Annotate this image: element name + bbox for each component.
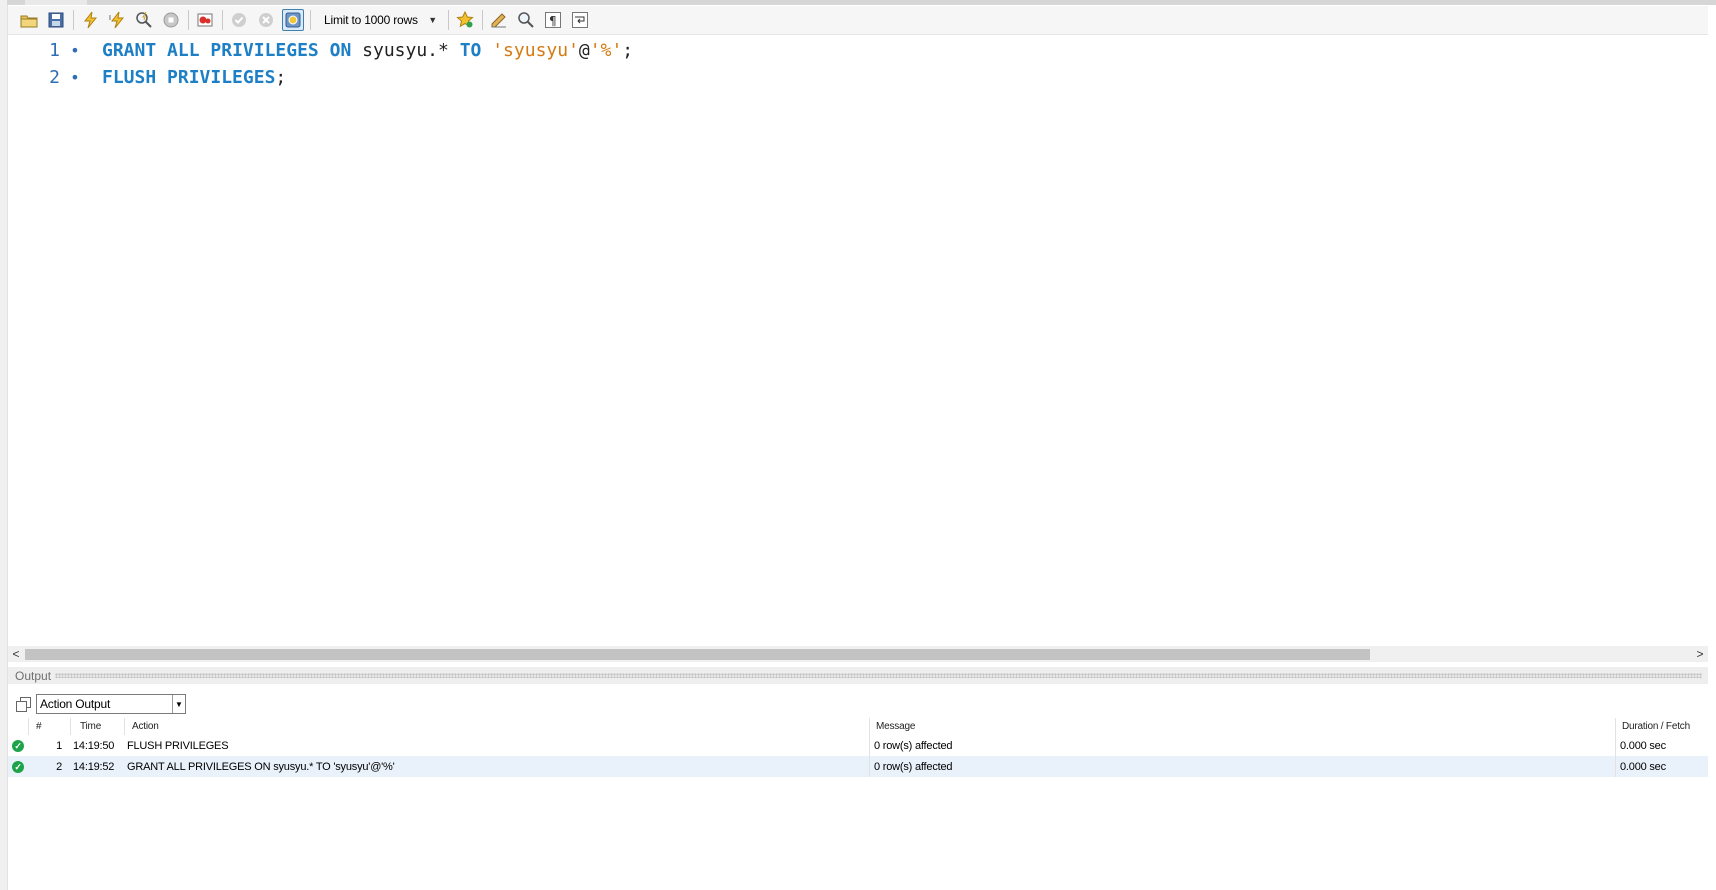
tab-strip (7, 0, 1716, 5)
commit-icon[interactable] (228, 9, 250, 31)
column-header-message[interactable]: Message (869, 718, 1615, 735)
output-toolbar: Action Output ▼ (8, 692, 1708, 716)
row-message: 0 row(s) affected (869, 735, 1615, 756)
beautify-icon[interactable] (488, 9, 510, 31)
drag-handle[interactable] (55, 673, 1702, 678)
row-message: 0 row(s) affected (869, 756, 1615, 777)
chevron-down-icon[interactable]: ▼ (172, 695, 185, 713)
row-duration: 0.000 sec (1615, 735, 1708, 756)
output-type-select[interactable]: Action Output ▼ (36, 694, 186, 714)
stop-icon[interactable] (160, 9, 182, 31)
toolbar-separator (482, 10, 483, 30)
explain-icon[interactable] (133, 9, 155, 31)
code-token: PRIVILEGES (210, 39, 319, 61)
code-token: FLUSH (102, 66, 157, 88)
left-edge (0, 0, 8, 890)
limit-rows-select[interactable]: Limit to 1000 rows ▼ (316, 10, 441, 30)
toolbar-separator (222, 10, 223, 30)
toolbar-separator (448, 10, 449, 30)
code-token: PRIVILEGES (167, 66, 276, 88)
query-tab[interactable] (25, 0, 87, 5)
row-time: 14:19:50 (73, 739, 115, 752)
svg-text:I: I (109, 15, 111, 22)
line-number: 2 (49, 66, 60, 88)
column-header-time[interactable]: Time (70, 718, 124, 735)
row-number: 2 (56, 760, 62, 773)
code-token: TO (459, 39, 482, 61)
row-number: 1 (56, 739, 62, 752)
code-token: '%' (589, 39, 623, 61)
word-wrap-icon[interactable] (569, 9, 591, 31)
find-icon[interactable] (515, 9, 537, 31)
output-title: Output (15, 668, 52, 683)
statement-marker: • (70, 67, 80, 87)
invisible-chars-icon[interactable]: ¶ (542, 9, 564, 31)
code-token: GRANT (102, 39, 157, 61)
table-header: # Time Action Message Duration / Fetch (8, 718, 1708, 735)
row-action: FLUSH PRIVILEGES (127, 739, 229, 752)
horizontal-scrollbar[interactable]: < > (8, 646, 1708, 662)
status-column-header (8, 718, 28, 735)
rollback-icon[interactable] (255, 9, 277, 31)
code-token: ON (329, 39, 352, 61)
autocommit-icon[interactable] (282, 9, 304, 31)
code-line: 2 • FLUSH PRIVILEGES; (8, 63, 286, 91)
statement-marker: • (70, 40, 80, 60)
code-token: ALL (167, 39, 200, 61)
scroll-right-icon[interactable]: > (1692, 646, 1708, 662)
execute-current-icon[interactable]: I (106, 9, 128, 31)
toggle-error-icon[interactable] (194, 9, 216, 31)
code-token: 'syusyu' (492, 39, 579, 61)
execute-icon[interactable] (79, 9, 101, 31)
toolbar-separator (188, 10, 189, 30)
toolbar-separator (73, 10, 74, 30)
code-text: FLUSH PRIVILEGES; (102, 67, 286, 88)
row-time: 14:19:52 (73, 760, 115, 773)
output-type-value: Action Output (40, 697, 111, 711)
output-panel-header: Output (8, 667, 1708, 684)
chevron-down-icon: ▼ (428, 15, 437, 25)
code-token: ; (622, 39, 634, 61)
column-header-num[interactable]: # (28, 718, 70, 735)
scrollbar-thumb[interactable] (25, 649, 1370, 660)
code-line: 1 • GRANT ALL PRIVILEGES ON syusyu.* TO … (8, 36, 633, 64)
table-row[interactable]: ✓ 1 14:19:50 FLUSH PRIVILEGES 0 row(s) a… (8, 735, 1708, 756)
scroll-left-icon[interactable]: < (8, 646, 24, 662)
editor-toolbar: I Limit to 1000 rows ▼ ¶ (8, 6, 1708, 35)
code-token: @ (578, 39, 590, 61)
svg-text:¶: ¶ (549, 14, 557, 28)
sql-editor[interactable]: 1 • GRANT ALL PRIVILEGES ON syusyu.* TO … (8, 36, 1708, 646)
line-number: 1 (49, 39, 60, 61)
copy-icon[interactable] (15, 696, 31, 712)
code-token: syusyu.* (362, 39, 449, 61)
save-icon[interactable] (45, 9, 67, 31)
column-header-action[interactable]: Action (124, 718, 869, 735)
success-icon: ✓ (8, 735, 28, 756)
row-action: GRANT ALL PRIVILEGES ON syusyu.* TO 'syu… (127, 760, 395, 773)
action-output-table: # Time Action Message Duration / Fetch ✓… (8, 718, 1708, 777)
row-duration: 0.000 sec (1615, 756, 1708, 777)
add-snippet-icon[interactable] (454, 9, 476, 31)
column-header-duration[interactable]: Duration / Fetch (1615, 718, 1708, 735)
toolbar-separator (310, 10, 311, 30)
code-text: GRANT ALL PRIVILEGES ON syusyu.* TO 'syu… (102, 40, 633, 61)
open-folder-icon[interactable] (18, 9, 40, 31)
code-token: ; (275, 66, 287, 88)
success-icon: ✓ (8, 756, 28, 777)
limit-rows-label: Limit to 1000 rows (324, 13, 418, 27)
table-row[interactable]: ✓ 2 14:19:52 GRANT ALL PRIVILEGES ON syu… (8, 756, 1708, 777)
